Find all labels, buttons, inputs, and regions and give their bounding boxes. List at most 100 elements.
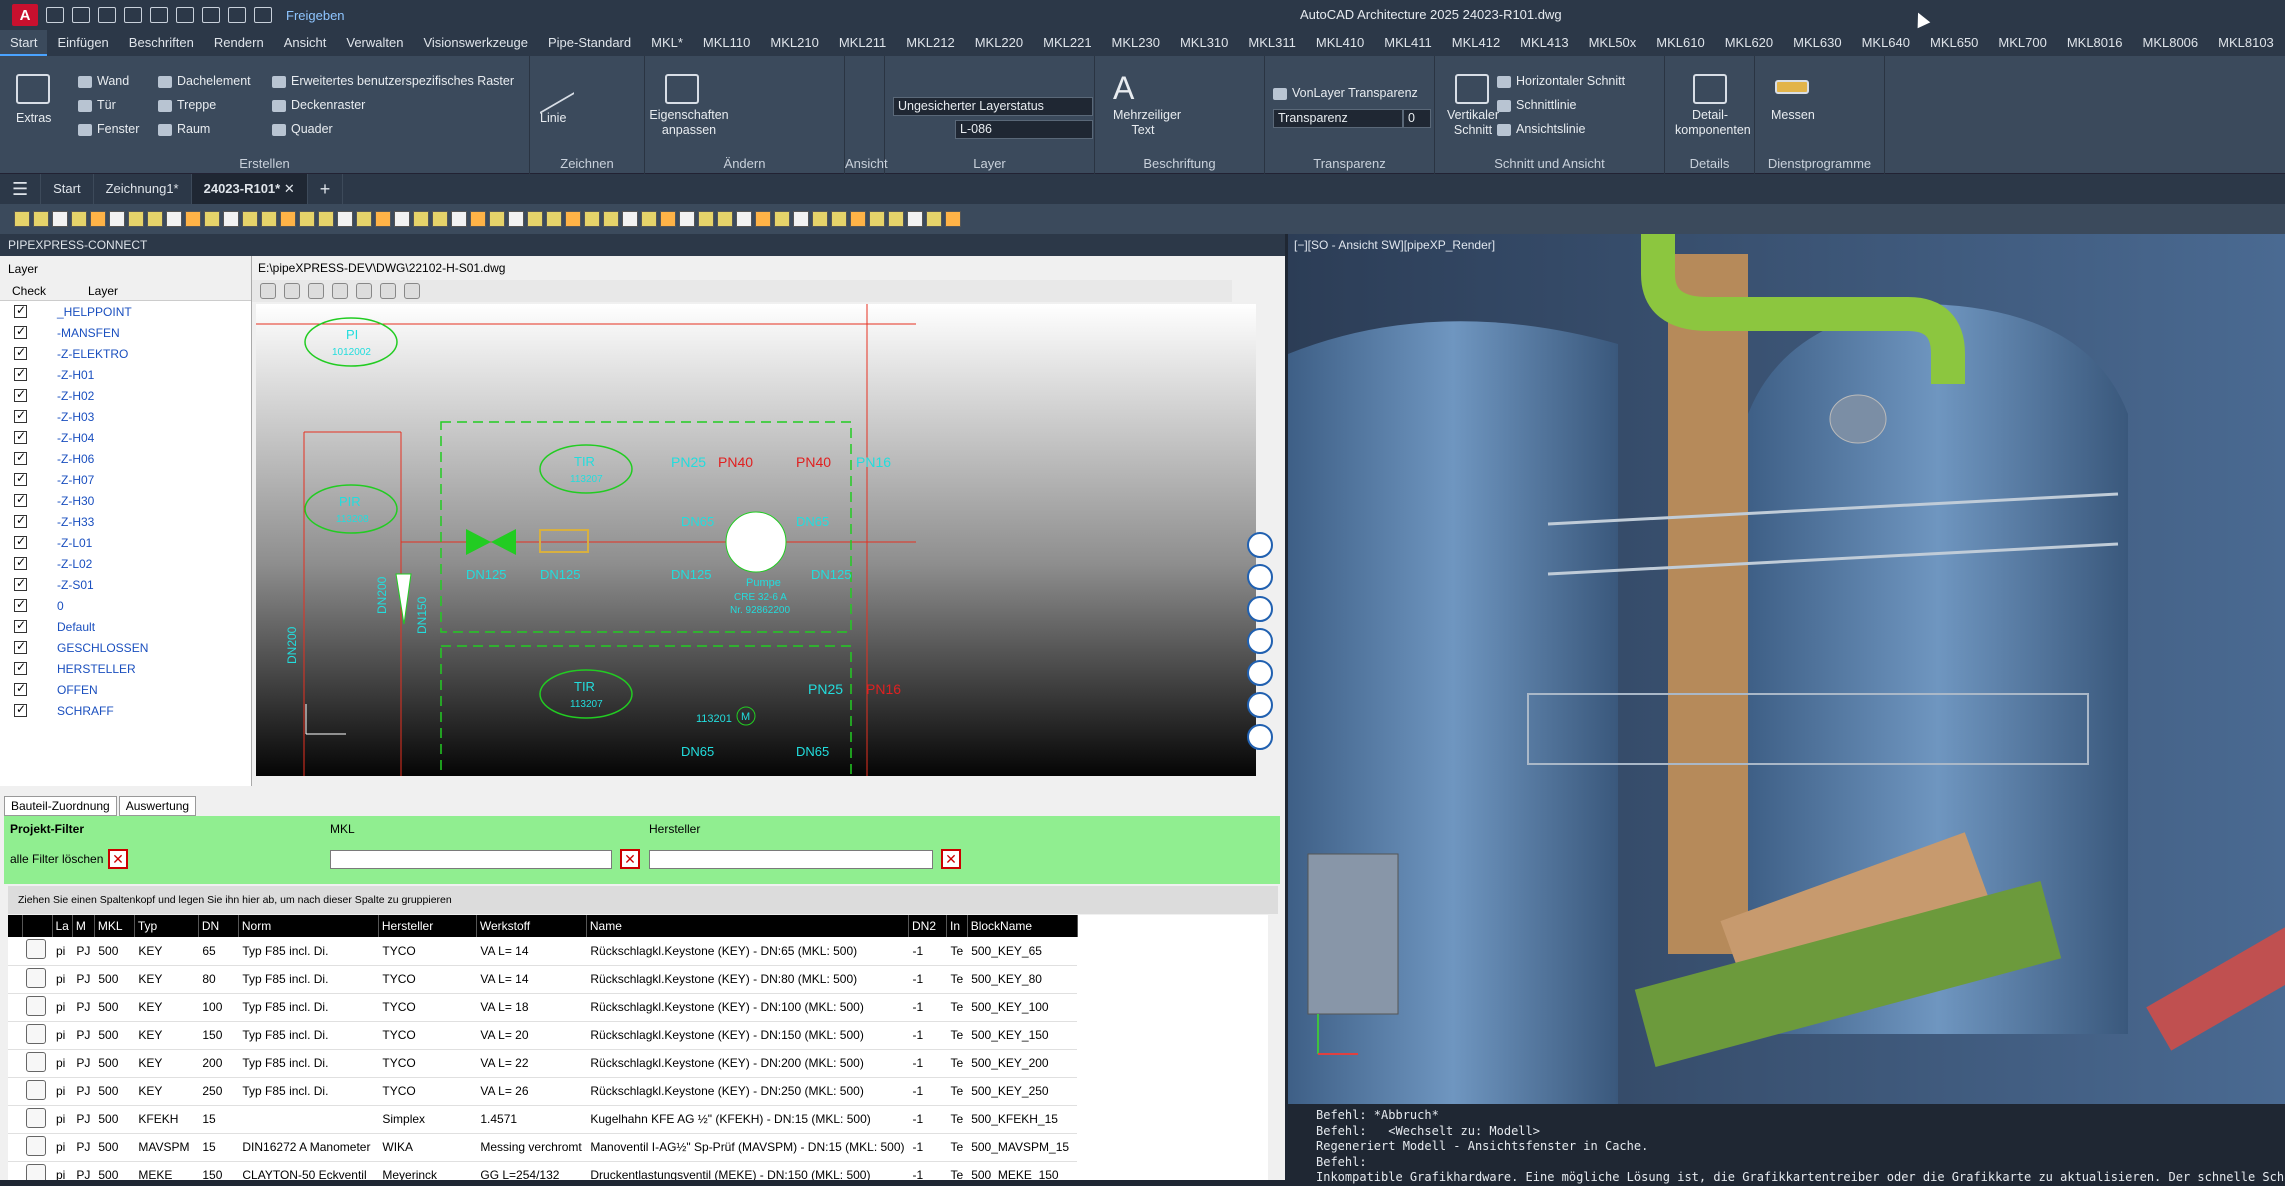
layer-checkbox[interactable] [14,366,27,381]
toolbar-tool-icon[interactable] [926,211,942,227]
row-selector[interactable] [8,1021,22,1050]
component-icon[interactable] [26,1135,46,1156]
layer-checkbox[interactable] [14,303,27,318]
layer-checkbox[interactable] [14,408,27,423]
layer-checkbox[interactable] [14,639,27,654]
layer-checkbox[interactable] [14,597,27,612]
layer-row[interactable]: -Z-H06 [0,448,251,469]
messen-button[interactable]: Messen [1771,108,1815,122]
toolbar-tool-icon[interactable] [489,211,505,227]
pump-icon[interactable] [725,511,787,573]
text-icon[interactable]: A [1113,70,1134,107]
layer-checkbox[interactable] [14,513,27,528]
layer-row[interactable]: -Z-S01 [0,574,251,595]
clear-mkl-filter-button[interactable]: ✕ [620,849,640,869]
layer-checkbox[interactable] [14,429,27,444]
vonlayer-transparenz-dropdown[interactable]: VonLayer Transparenz [1273,86,1418,100]
pir-instrument[interactable] [304,484,398,534]
table-row[interactable]: pi PJ 500 KFEKH 15 Simplex 1.4571 Kugelhahn KFE… [8,1105,1078,1134]
toolbar-tool-icon[interactable] [299,211,315,227]
ribbon-tab-beschriften[interactable]: Beschriften [119,30,204,56]
fenster-button[interactable]: Fenster [78,122,139,136]
mehrzeiliger-text-button[interactable]: Mehrzeiliger Text [1113,108,1181,138]
workspace-icon[interactable] [254,7,272,23]
eye-icon[interactable] [1246,724,1273,750]
valve-icon[interactable] [491,529,516,555]
layer-checkbox[interactable] [14,324,27,339]
ribbon-tab-mkl640[interactable]: MKL640 [1852,30,1920,56]
row-selector[interactable] [8,1077,22,1106]
toolbar-tool-icon[interactable] [812,211,828,227]
toolbar-tool-icon[interactable] [831,211,847,227]
layer-row[interactable]: _HELPPOINT [0,301,251,322]
row-selector[interactable] [8,1161,22,1180]
folder-icon[interactable] [260,283,276,299]
transparenz-field[interactable]: Transparenz [1273,109,1403,128]
layer-row[interactable]: -Z-ELEKTRO [0,343,251,364]
column-header[interactable]: In [946,915,968,937]
column-header[interactable]: Werkstoff [476,915,587,937]
properties-icon[interactable] [665,74,699,104]
detailkomponenten-button[interactable]: Detail-komponenten [1675,108,1751,138]
toolbar-tool-icon[interactable] [280,211,296,227]
pi-instrument[interactable] [304,317,398,367]
component-icon[interactable] [26,967,46,988]
dachelement-button[interactable]: Dachelement [158,74,251,88]
column-header[interactable]: La [52,915,73,937]
hersteller-filter-dropdown[interactable] [649,850,933,869]
layer-checkbox[interactable] [14,387,27,402]
layer-checkbox[interactable] [14,681,27,696]
reducer-icon[interactable] [395,573,412,625]
tir-instrument[interactable] [539,444,633,494]
layer-checkbox[interactable] [14,471,27,486]
component-icon[interactable] [26,1023,46,1044]
toolbar-tool-icon[interactable] [223,211,239,227]
toolbar-tool-icon[interactable] [907,211,923,227]
row-selector[interactable] [8,1105,22,1134]
table-row[interactable]: pi PJ 500 KEY 80 Typ F85 incl. Di. TYCO VA L= 1… [8,965,1078,994]
settings-icon[interactable] [1246,660,1273,686]
new-file-icon[interactable] [46,7,64,23]
ribbon-tab-mkl410[interactable]: MKL410 [1306,30,1374,56]
toolbar-tool-icon[interactable] [736,211,752,227]
raster-button[interactable]: Erweitertes benutzerspezifisches Raster [272,74,514,88]
ribbon-tab-mkl8016[interactable]: MKL8016 [2057,30,2133,56]
column-header[interactable]: BlockName [967,915,1078,937]
ribbon-tab-einf-gen[interactable]: Einfügen [47,30,118,56]
extras-button[interactable]: Extras [16,111,51,125]
table-row[interactable]: pi PJ 500 MAVSPM 15 DIN16272 A Manometer WIKA M… [8,1133,1078,1162]
row-selector[interactable] [8,937,22,966]
vertikaler-schnitt-button[interactable]: Vertikaler Schnitt [1443,108,1503,138]
redo-icon[interactable] [228,7,246,23]
quader-button[interactable]: Quader [272,122,333,136]
zoom-in-icon[interactable] [1246,532,1273,558]
ribbon-tab-mkl230[interactable]: MKL230 [1102,30,1170,56]
ribbon-tab-mkl411[interactable]: MKL411 [1374,30,1441,56]
layer-checkbox[interactable] [14,345,27,360]
toolbar-tool-icon[interactable] [71,211,87,227]
linie-button[interactable]: Linie [540,111,566,125]
toolbar-tool-icon[interactable] [641,211,657,227]
layer-row[interactable]: -Z-H33 [0,511,251,532]
ribbon-tab-mkl700[interactable]: MKL700 [1988,30,2056,56]
line-icon[interactable] [540,64,574,114]
toolbar-tool-icon[interactable] [375,211,391,227]
toolbar-tool-icon[interactable] [451,211,467,227]
layer-checkbox[interactable] [14,576,27,591]
ribbon-tab-mkl221[interactable]: MKL221 [1033,30,1101,56]
plot-icon[interactable] [150,7,168,23]
ribbon-tab-mkl8103[interactable]: MKL8103 [2208,30,2284,56]
ribbon-tab-mkl310[interactable]: MKL310 [1170,30,1238,56]
column-header[interactable]: DN [198,915,239,937]
ribbon-tab-mkl650[interactable]: MKL650 [1920,30,1988,56]
toolbar-tool-icon[interactable] [546,211,562,227]
toolbar-tool-icon[interactable] [337,211,353,227]
toolbar-tool-icon[interactable] [166,211,182,227]
component-icon[interactable] [26,939,46,960]
component-icon[interactable] [26,1163,46,1180]
column-header[interactable]: DN2 [908,915,948,937]
save-as-icon[interactable] [124,7,142,23]
doc-tab-zeichnung1[interactable]: Zeichnung1* [94,174,192,204]
ribbon-tab-verwalten[interactable]: Verwalten [336,30,413,56]
toolbar-tool-icon[interactable] [432,211,448,227]
